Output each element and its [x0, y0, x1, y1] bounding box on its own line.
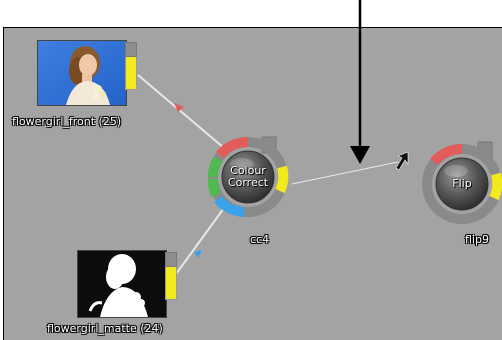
photo-of-girl-icon [38, 41, 126, 105]
matte-silhouette-icon [78, 251, 166, 317]
source-label-front: flowergirl_front (25) [12, 115, 122, 128]
output-port-matte[interactable] [165, 266, 177, 300]
colour-correct-title-line2: Correct [227, 176, 269, 189]
source-thumbnail-front[interactable] [37, 40, 127, 106]
port-tab-front-top[interactable] [125, 42, 137, 57]
flip-name: flip9 [465, 233, 489, 246]
output-port-front[interactable] [125, 56, 137, 90]
colour-correct-node[interactable]: Colour Correct [204, 133, 292, 221]
flip-node[interactable]: Flip [418, 140, 502, 228]
flip-title: Flip [452, 177, 472, 190]
colour-correct-name: cc4 [250, 233, 270, 246]
port-tab-matte-top[interactable] [165, 252, 177, 267]
source-label-matte: flowergirl_matte (24) [47, 322, 163, 335]
screenshot-frame: flowergirl_front (25) flowergirl_matte (… [0, 0, 502, 340]
source-thumbnail-matte[interactable] [77, 250, 167, 318]
